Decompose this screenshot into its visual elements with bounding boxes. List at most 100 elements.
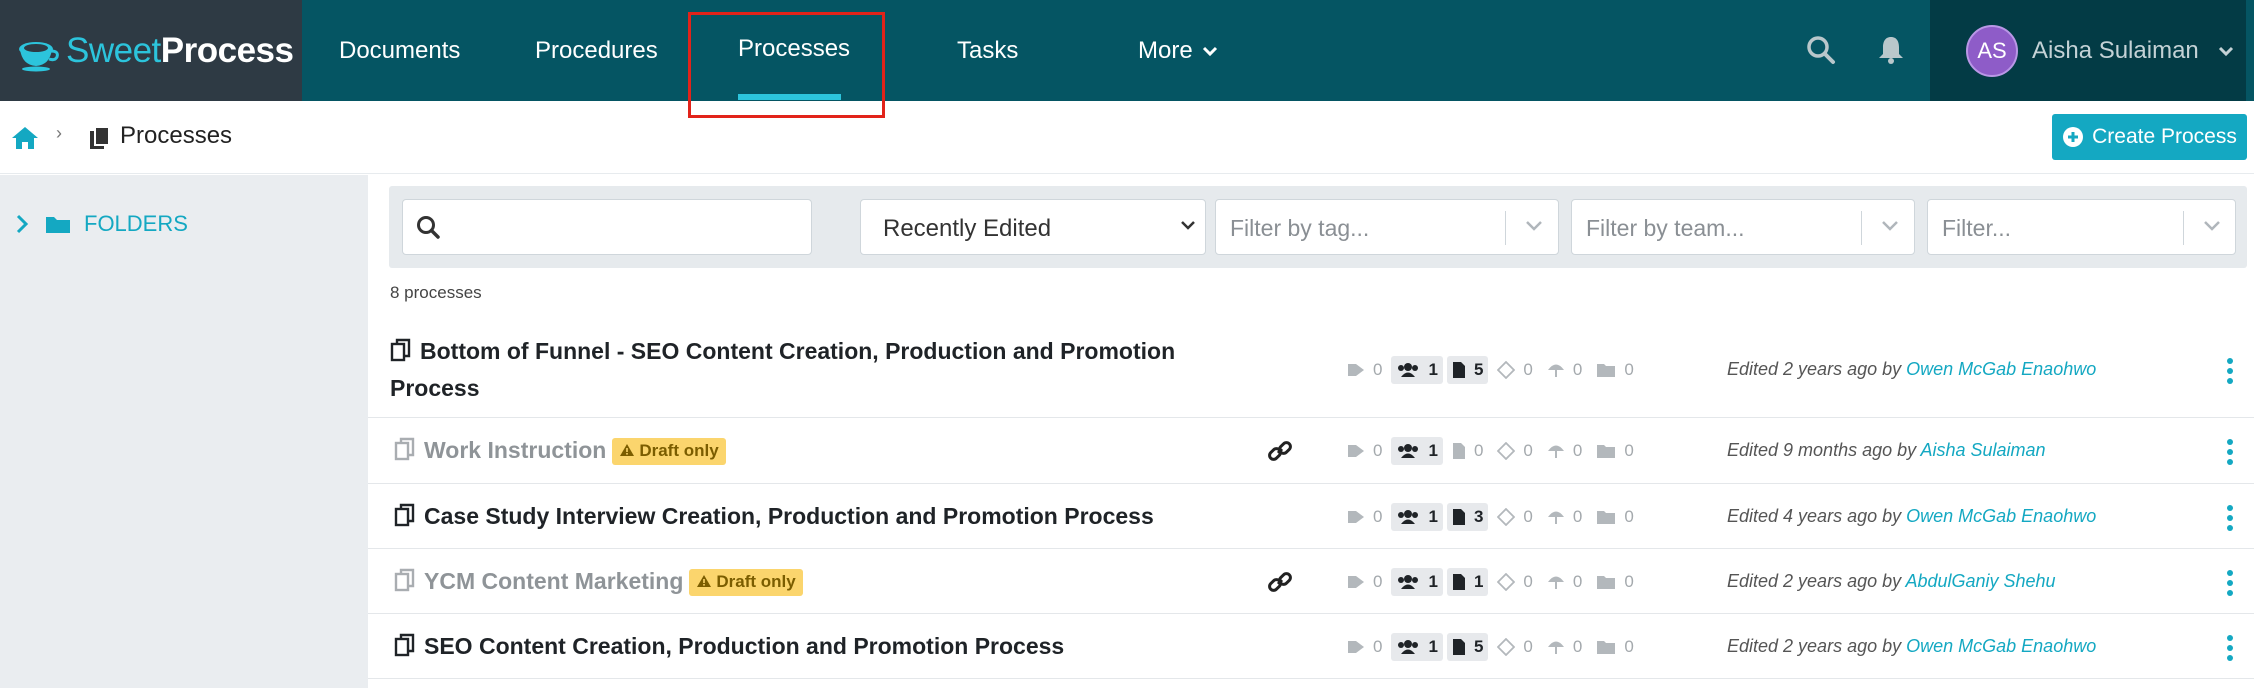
stat-tags: 0 — [1342, 356, 1387, 384]
stat-tags: 0 — [1342, 503, 1387, 531]
stat-members-count: 1 — [1428, 637, 1438, 656]
stat-tags-count: 0 — [1373, 637, 1383, 656]
folder-icon — [1596, 574, 1620, 590]
plus-circle-icon — [2063, 127, 2084, 147]
tag-filter-select[interactable]: Filter by tag... — [1215, 199, 1559, 255]
editor-link[interactable]: Owen McGab Enaohwo — [1906, 359, 2096, 379]
process-title: Work Instruction — [424, 437, 607, 463]
editor-link[interactable]: AbdulGaniy Shehu — [1905, 571, 2055, 591]
nav-tasks[interactable]: Tasks — [957, 0, 1018, 101]
bell-icon[interactable] — [1871, 30, 1911, 70]
diamond-check-icon — [1497, 442, 1519, 460]
stat-uploads: 0 — [1542, 356, 1587, 384]
team-filter-placeholder: Filter by team... — [1586, 215, 1745, 241]
edited-prefix: Edited 2 years ago by — [1727, 636, 1907, 656]
editor-link[interactable]: Owen McGab Enaohwo — [1906, 506, 2096, 526]
stat-uploads-count: 0 — [1572, 572, 1583, 591]
more-options-icon[interactable] — [2220, 437, 2240, 467]
home-icon[interactable] — [10, 125, 40, 151]
more-options-icon[interactable] — [2220, 633, 2240, 663]
chevron-down-icon — [2218, 46, 2233, 56]
brand-word-process: Process — [160, 30, 294, 70]
stat-tags-count: 0 — [1373, 360, 1383, 379]
table-row[interactable]: Work Instruction Draft only 0 1 0 0 0 0 Edited 9… — [368, 418, 2254, 484]
stat-members-count: 1 — [1428, 441, 1438, 460]
editor-link[interactable]: Aisha Sulaiman — [1920, 440, 2045, 460]
folders-toggle[interactable]: FOLDERS — [14, 211, 188, 237]
search-icon — [417, 216, 440, 239]
chevron-down-icon — [1526, 221, 1542, 231]
stat-approvals-count: 0 — [1523, 637, 1533, 656]
users-icon — [1396, 443, 1424, 459]
more-options-icon[interactable] — [2220, 356, 2240, 386]
copy-icon — [390, 338, 412, 362]
process-title-link[interactable]: SEO Content Creation, Production and Pro… — [394, 628, 1294, 664]
process-title-link[interactable]: Case Study Interview Creation, Productio… — [394, 498, 1294, 534]
stat-uploads: 0 — [1542, 568, 1587, 596]
umbrella-icon — [1547, 442, 1569, 460]
draft-badge: Draft only — [612, 438, 726, 465]
table-row[interactable]: Case Study Interview Creation, Productio… — [368, 484, 2254, 549]
edited-info: Edited 4 years ago by Owen McGab Enaohwo — [1727, 506, 2096, 527]
stat-folders: 0 — [1591, 437, 1638, 465]
search-icon[interactable] — [1801, 30, 1841, 70]
nav-documents[interactable]: Documents — [339, 0, 460, 101]
tag-icon — [1347, 509, 1369, 525]
chevron-down-icon — [1882, 221, 1898, 231]
stat-tags: 0 — [1342, 633, 1387, 661]
nav-more[interactable]: More — [1138, 0, 1219, 101]
process-title: YCM Content Marketing — [424, 568, 684, 594]
stat-uploads-count: 0 — [1572, 637, 1583, 656]
search-input[interactable] — [402, 199, 812, 255]
more-options-icon[interactable] — [2220, 568, 2240, 598]
stat-members: 1 — [1391, 437, 1443, 465]
editor-link[interactable]: Owen McGab Enaohwo — [1906, 636, 2096, 656]
sort-select[interactable]: Recently Edited — [860, 199, 1206, 255]
chevron-right-icon — [16, 214, 29, 234]
folder-icon — [46, 217, 70, 233]
process-stats: 0 1 3 0 0 0 — [1342, 503, 1643, 531]
more-options-icon[interactable] — [2220, 503, 2240, 533]
copy-icon — [394, 437, 416, 461]
stat-members-count: 1 — [1428, 572, 1438, 591]
stat-folders-count: 0 — [1624, 507, 1634, 526]
stat-approvals: 0 — [1492, 356, 1537, 384]
team-filter-select[interactable]: Filter by team... — [1571, 199, 1915, 255]
stat-docs-count: 5 — [1473, 360, 1484, 379]
stat-docs: 1 — [1446, 568, 1489, 596]
edited-info: Edited 2 years ago by AbdulGaniy Shehu — [1727, 571, 2056, 592]
process-title-link[interactable]: Bottom of Funnel - SEO Content Creation,… — [390, 333, 1250, 407]
stat-uploads-count: 0 — [1572, 441, 1583, 460]
copy-icon — [394, 633, 416, 657]
table-row[interactable]: SEO Content Creation, Production and Pro… — [368, 614, 2254, 679]
document-icon — [1452, 638, 1470, 656]
stat-members: 1 — [1391, 503, 1443, 531]
process-title-link[interactable]: YCM Content Marketing Draft only — [394, 563, 1294, 599]
sort-selected-value: Recently Edited — [883, 215, 1052, 242]
stat-members-count: 1 — [1428, 360, 1438, 379]
process-title-link[interactable]: Work Instruction Draft only — [394, 432, 1294, 468]
draft-badge-label: Draft only — [716, 572, 796, 591]
user-menu[interactable]: AS Aisha Sulaiman — [1930, 0, 2246, 101]
edited-info: Edited 2 years ago by Owen McGab Enaohwo — [1727, 359, 2096, 380]
edited-prefix: Edited 4 years ago by — [1727, 506, 1907, 526]
stat-folders: 0 — [1591, 356, 1638, 384]
brand-logo[interactable]: SweetProcess — [0, 0, 302, 101]
nav-procedures[interactable]: Procedures — [535, 0, 658, 101]
tag-filter-placeholder: Filter by tag... — [1230, 215, 1370, 241]
create-process-button[interactable]: Create Process — [2052, 114, 2247, 160]
draft-badge-label: Draft only — [639, 441, 719, 460]
brand-wordmark: SweetProcess — [66, 31, 294, 71]
table-row[interactable]: YCM Content Marketing Draft only 0 1 1 0 0 0 Edi… — [368, 549, 2254, 614]
diamond-check-icon — [1497, 508, 1519, 526]
create-process-label: Create Process — [2092, 125, 2237, 148]
diamond-check-icon — [1497, 573, 1519, 591]
table-row[interactable]: Bottom of Funnel - SEO Content Creation,… — [368, 316, 2254, 418]
generic-filter-select[interactable]: Filter... — [1927, 199, 2236, 255]
folder-icon — [1596, 509, 1620, 525]
stat-uploads-count: 0 — [1572, 507, 1583, 526]
copy-icon — [394, 503, 416, 527]
users-icon — [1396, 639, 1424, 655]
stat-uploads: 0 — [1542, 503, 1587, 531]
diamond-check-icon — [1497, 638, 1519, 656]
